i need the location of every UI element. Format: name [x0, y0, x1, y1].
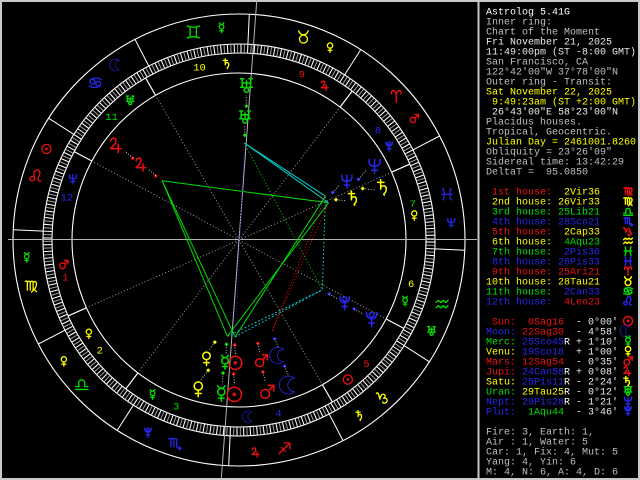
svg-text:8: 8	[375, 126, 381, 138]
svg-text:DeltaT = 95.0850: DeltaT = 95.0850	[486, 167, 588, 179]
svg-text:3: 3	[173, 402, 179, 414]
svg-text:M: 4, N: 6, A: 4, D: 6: M: 4, N: 6, A: 4, D: 6	[486, 468, 618, 479]
svg-text:11: 11	[105, 112, 118, 124]
svg-text:7: 7	[409, 199, 415, 211]
svg-text:12: 12	[61, 192, 74, 204]
svg-text:1: 1	[62, 272, 68, 284]
svg-text:4: 4	[275, 409, 281, 421]
svg-text:10: 10	[193, 63, 206, 75]
svg-text:5: 5	[363, 359, 369, 371]
svg-text:2: 2	[97, 346, 103, 358]
svg-text:6: 6	[408, 279, 414, 291]
svg-text:1Aqu44: 1Aqu44	[516, 408, 564, 419]
svg-text:12th house:: 12th house:	[486, 297, 552, 309]
svg-text:4Leo23: 4Leo23	[552, 298, 600, 309]
svg-text:- 3°46': - 3°46'	[576, 407, 618, 419]
svg-text:Plut:: Plut:	[486, 407, 516, 419]
svg-text:9: 9	[299, 70, 305, 82]
